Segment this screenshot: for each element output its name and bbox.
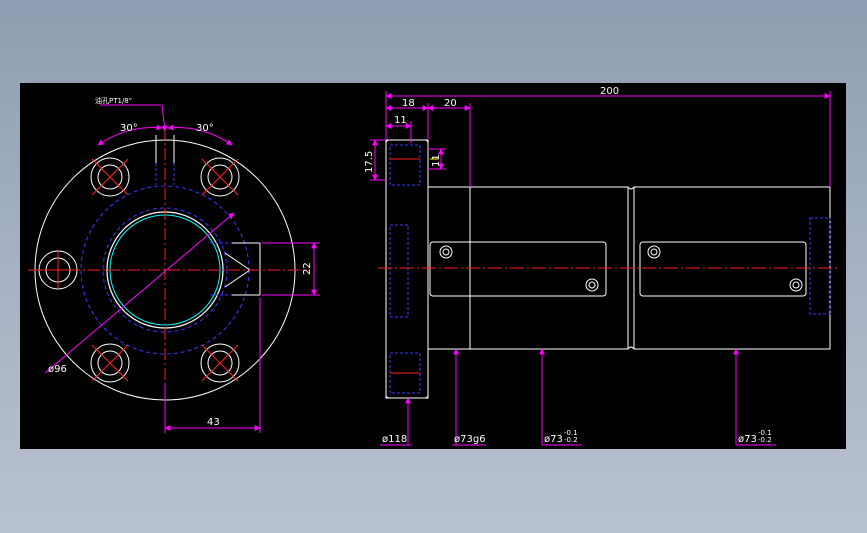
dim-22-label: 22 [302,262,313,275]
angle-right-label: 30° [196,123,214,134]
dia-118-label: ø118 [382,434,407,445]
dim-11-top-label: 11 [394,115,407,126]
dia-73g6-label: ø73g6 [454,434,486,445]
thread-note-label: 油孔PT1/8" [95,96,132,105]
side-view: 200 18 20 11 17.5 11 ø118 ø73g6 ø73 -0.1… [364,86,838,446]
dim-200-label: 200 [600,86,619,97]
keyway-right [639,241,807,297]
dia-73-right-tol-lower: -0.2 [758,436,772,444]
cad-drawing-area[interactable]: 30° 30° 油孔PT1/8" ø96 22 43 200 18 20 11 … [20,83,846,449]
angle-left-label: 30° [120,123,138,134]
side-flange [385,139,429,399]
dim-43-label: 43 [207,417,220,428]
dia-73-mid-tol-lower: -0.2 [564,436,578,444]
dim-20-label: 20 [444,98,457,109]
dim-18-label: 18 [402,98,415,109]
dia-73-right-label: ø73 [738,434,757,445]
keyway-left [429,241,607,297]
dia-73-mid-label: ø73 [544,434,563,445]
front-view: 30° 30° 油孔PT1/8" ø96 22 43 [28,96,320,433]
cad-drawing: 30° 30° 油孔PT1/8" ø96 22 43 200 18 20 11 … [28,86,838,446]
dia-96-label: ø96 [48,364,67,375]
dim-11-vert-label: 11 [431,154,442,167]
dim-17-5-label: 17.5 [364,151,375,173]
